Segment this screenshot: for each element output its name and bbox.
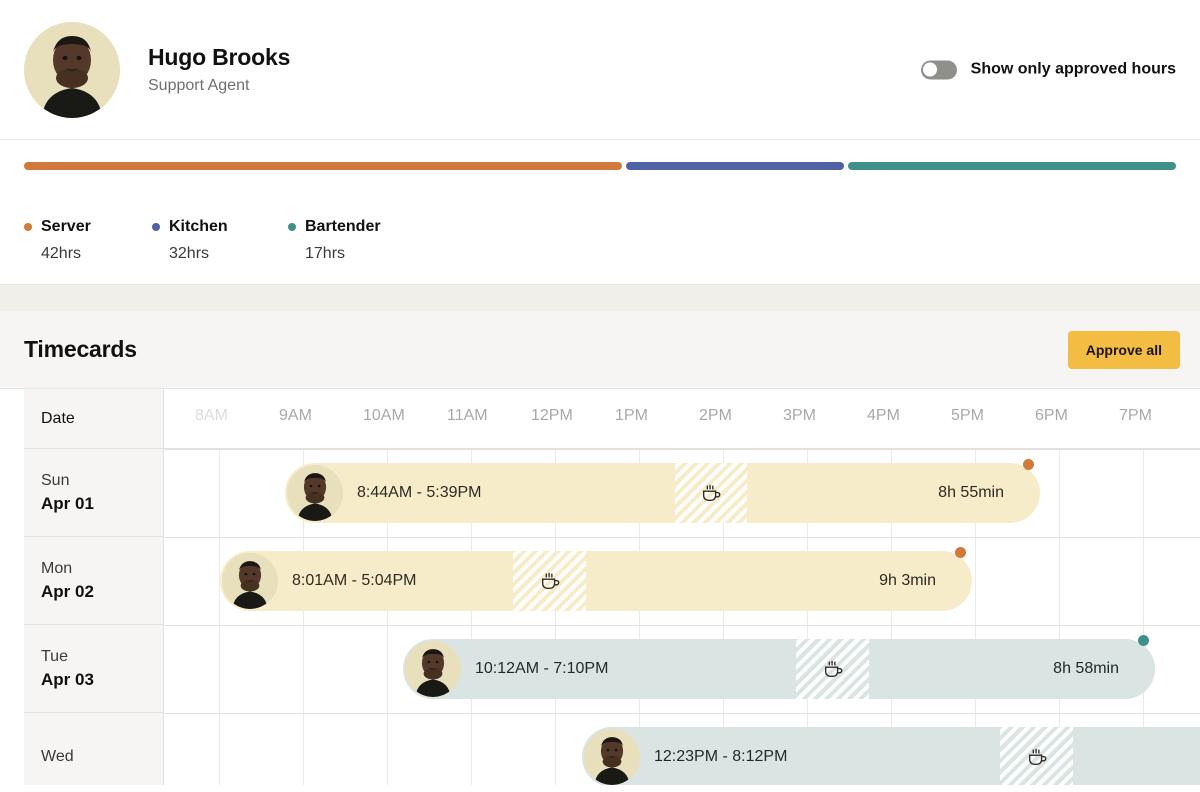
timecard-avatar (287, 465, 343, 521)
avatar (24, 22, 120, 118)
status-dot (955, 547, 966, 558)
date-weekday: Tue (41, 648, 163, 666)
date-cell: Wed (24, 713, 163, 785)
break-block (1000, 727, 1073, 785)
coffee-cup-icon (700, 482, 722, 504)
status-dot (1023, 459, 1034, 470)
user-photo-icon (584, 729, 640, 785)
person-role: Support Agent (148, 77, 290, 95)
hour-label-9am: 9AM (279, 407, 312, 425)
user-photo-icon (222, 553, 278, 609)
legend-dot-icon (152, 223, 160, 231)
date-cell: Mon Apr 02 (24, 537, 163, 625)
show-approved-label: Show only approved hours (971, 61, 1176, 79)
date-column: Date Sun Apr 01 Mon Apr 02 Tue Apr 03 Wed (24, 389, 164, 785)
approve-all-button[interactable]: Approve all (1068, 331, 1180, 369)
hours-bar-segment-kitchen (626, 162, 843, 170)
toggle-knob (923, 63, 937, 77)
hour-label-10am: 10AM (363, 407, 405, 425)
hour-label-5pm: 5PM (951, 407, 984, 425)
timecard-bar[interactable]: 10:12AM - 7:10PM 8h 58min (403, 639, 1155, 699)
user-photo-icon (287, 465, 343, 521)
legend-dot-icon (288, 223, 296, 231)
date-weekday: Sun (41, 472, 163, 490)
legend-label: Kitchen (169, 218, 228, 236)
timecard-avatar (222, 553, 278, 609)
coffee-cup-icon (539, 570, 561, 592)
hour-label-1pm: 1PM (615, 407, 648, 425)
date-value: Apr 02 (41, 582, 163, 602)
timecard-total: 8h 55min (938, 484, 1004, 502)
timecard-avatar (584, 729, 640, 785)
legend-item-bartender: Bartender 17hrs (288, 218, 381, 263)
legend-item-kitchen: Kitchen 32hrs (152, 218, 228, 263)
hour-label-8am: 8AM (195, 407, 228, 425)
timecard-bar[interactable]: 8:44AM - 5:39PM 8h 55min (285, 463, 1040, 523)
legend-dot-icon (24, 223, 32, 231)
hours-bar (24, 162, 1176, 170)
hours-bar-segment-bartender (848, 162, 1176, 170)
show-approved-toggle[interactable] (921, 60, 957, 79)
timecard-rows: 8:44AM - 5:39PM 8h 55min 8:01AM - 5:04PM 9h… (164, 449, 1200, 785)
hours-summary: Server42hrsKitchen32hrsBartender17hrs Ar… (0, 140, 1200, 285)
timecard-row: 12:23PM - 8:12PM (164, 713, 1200, 785)
break-block (513, 551, 586, 611)
timecard-avatar (405, 641, 461, 697)
date-header-label: Date (41, 410, 163, 428)
hour-label-2pm: 2PM (699, 407, 732, 425)
profile-meta: Hugo Brooks Support Agent (148, 44, 290, 95)
legend-label: Bartender (305, 218, 381, 236)
timecards-header: Timecards Approve all (0, 311, 1200, 389)
timecards-page: Hugo Brooks Support Agent Show only appr… (0, 0, 1200, 792)
date-weekday: Wed (41, 748, 163, 766)
legend-hours: 42hrs (41, 245, 91, 263)
timecard-row: 8:01AM - 5:04PM 9h 3min (164, 537, 1200, 625)
date-value: Apr 03 (41, 670, 163, 690)
hour-label-6pm: 6PM (1035, 407, 1068, 425)
hour-label-7pm: 7PM (1119, 407, 1152, 425)
hour-label-12pm: 12PM (531, 407, 573, 425)
approved-hours-toggle-group[interactable]: Show only approved hours (921, 60, 1176, 79)
break-block (675, 463, 747, 523)
break-block (796, 639, 869, 699)
timecard-times: 8:01AM - 5:04PM (292, 572, 417, 590)
timeline: 8AM9AM10AM11AM12PM1PM2PM3PM4PM5PM6PM7PM … (164, 389, 1200, 785)
timecard-row: 10:12AM - 7:10PM 8h 58min (164, 625, 1200, 713)
coffee-cup-icon (1026, 746, 1048, 768)
person-name: Hugo Brooks (148, 44, 290, 71)
timecard-times: 8:44AM - 5:39PM (357, 484, 482, 502)
timecard-total: 8h 58min (1053, 660, 1119, 678)
legend-hours: 17hrs (305, 245, 381, 263)
legend-item-server: Server 42hrs (24, 218, 91, 263)
section-divider (0, 285, 1200, 311)
hour-label-4pm: 4PM (867, 407, 900, 425)
hours-header: 8AM 9AM 10AM 11AM 12PM 1PM 2PM 3PM 4PM 5PM 6PM 7PM (164, 389, 1200, 449)
timecard-total: 9h 3min (879, 572, 936, 590)
user-photo-icon (405, 641, 461, 697)
date-cell: Sun Apr 01 (24, 449, 163, 537)
status-dot (1138, 635, 1149, 646)
date-column-header: Date (24, 389, 163, 449)
hour-label-11am: 11AM (447, 407, 488, 425)
profile-header: Hugo Brooks Support Agent Show only appr… (0, 0, 1200, 140)
timecard-times: 10:12AM - 7:10PM (475, 660, 608, 678)
date-weekday: Mon (41, 560, 163, 578)
page-title: Timecards (24, 336, 137, 363)
legend-hours: 32hrs (169, 245, 228, 263)
hours-bar-segment-server (24, 162, 622, 170)
date-value: Apr 01 (41, 494, 163, 514)
user-photo-icon (24, 22, 120, 118)
legend-label: Server (41, 218, 91, 236)
timecard-row: 8:44AM - 5:39PM 8h 55min (164, 449, 1200, 537)
timecard-bar[interactable]: 12:23PM - 8:12PM (582, 727, 1200, 785)
date-cell: Tue Apr 03 (24, 625, 163, 713)
schedule-grid: Date Sun Apr 01 Mon Apr 02 Tue Apr 03 Wed 8AM 9A… (0, 389, 1200, 785)
timecard-bar[interactable]: 8:01AM - 5:04PM 9h 3min (220, 551, 972, 611)
timecard-times: 12:23PM - 8:12PM (654, 748, 787, 766)
coffee-cup-icon (822, 658, 844, 680)
hour-label-3pm: 3PM (783, 407, 816, 425)
